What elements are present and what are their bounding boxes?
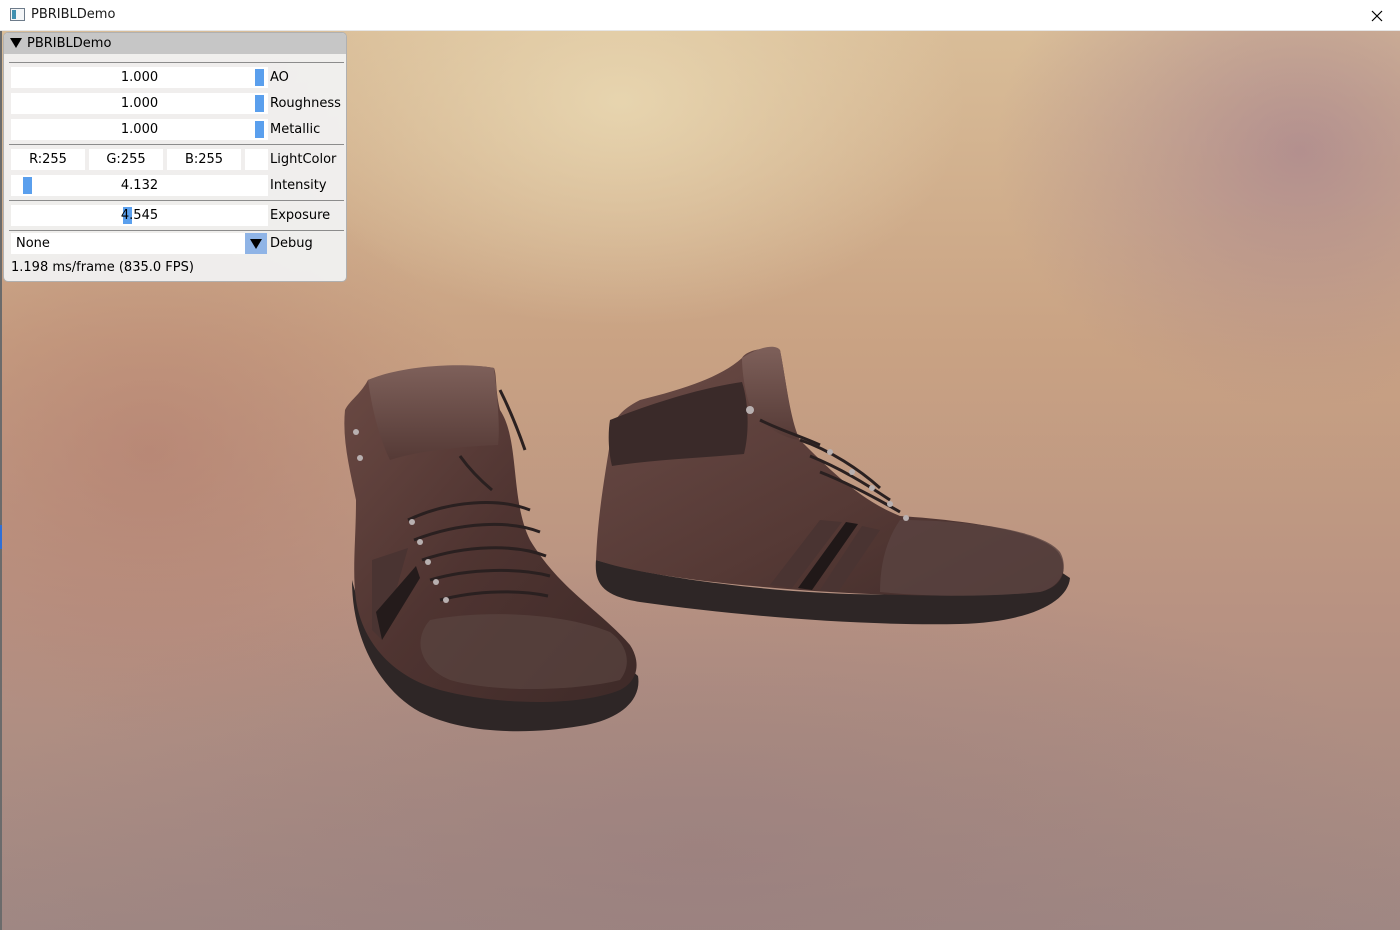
intensity-value: 4.132 [120,178,159,193]
metallic-slider-grab[interactable] [255,121,264,138]
intensity-slider[interactable]: 4.132 [11,175,268,196]
light-color-swatch[interactable] [245,149,268,170]
ao-slider-grab[interactable] [255,69,264,86]
right-shoe [595,346,1070,625]
frame-stats: 1.198 ms/frame (835.0 FPS) [11,260,194,275]
roughness-slider[interactable]: 1.000 [11,93,268,114]
metallic-label: Metallic [270,122,321,137]
separator [9,144,344,145]
collapse-triangle-icon[interactable] [10,38,22,48]
roughness-value: 1.000 [120,96,159,111]
exposure-slider[interactable]: 4.545 [11,205,268,226]
light-color-label: LightColor [270,152,337,167]
separator [9,62,344,63]
left-shoe [344,365,639,732]
intensity-slider-grab[interactable] [23,177,32,194]
debug-label: Debug [270,236,313,251]
window-close-button[interactable] [1354,0,1400,31]
panel-title: PBRIBLDemo [27,36,112,51]
light-color-r-field[interactable]: R:255 [11,149,85,170]
separator [9,230,344,231]
light-color-g-field[interactable]: G:255 [89,149,163,170]
metallic-slider[interactable]: 1.000 [11,119,268,140]
debug-combo-value: None [16,236,50,251]
settings-panel: PBRIBLDemo 1.000 AO 1.000 Roughness 1.00… [3,32,347,282]
light-color-r-value: R:255 [29,152,67,167]
light-color-b-value: B:255 [184,152,224,167]
light-color-b-field[interactable]: B:255 [167,149,241,170]
ao-value: 1.000 [120,70,159,85]
panel-header[interactable]: PBRIBLDemo [4,33,346,54]
roughness-label: Roughness [270,96,341,111]
debug-combo-arrow-button[interactable] [245,233,267,254]
separator [9,200,344,201]
intensity-label: Intensity [270,178,327,193]
ao-label: AO [270,70,289,85]
app-window-icon [10,8,25,21]
window-titlebar[interactable]: PBRIBLDemo [0,0,1400,31]
exposure-value: 4.545 [120,208,159,223]
metallic-value: 1.000 [120,122,159,137]
close-icon [1371,10,1383,21]
exposure-label: Exposure [270,208,331,223]
roughness-slider-grab[interactable] [255,95,264,112]
window-title: PBRIBLDemo [31,7,116,22]
debug-combo[interactable]: None [11,233,245,254]
ao-slider[interactable]: 1.000 [11,67,268,88]
light-color-g-value: G:255 [106,152,146,167]
